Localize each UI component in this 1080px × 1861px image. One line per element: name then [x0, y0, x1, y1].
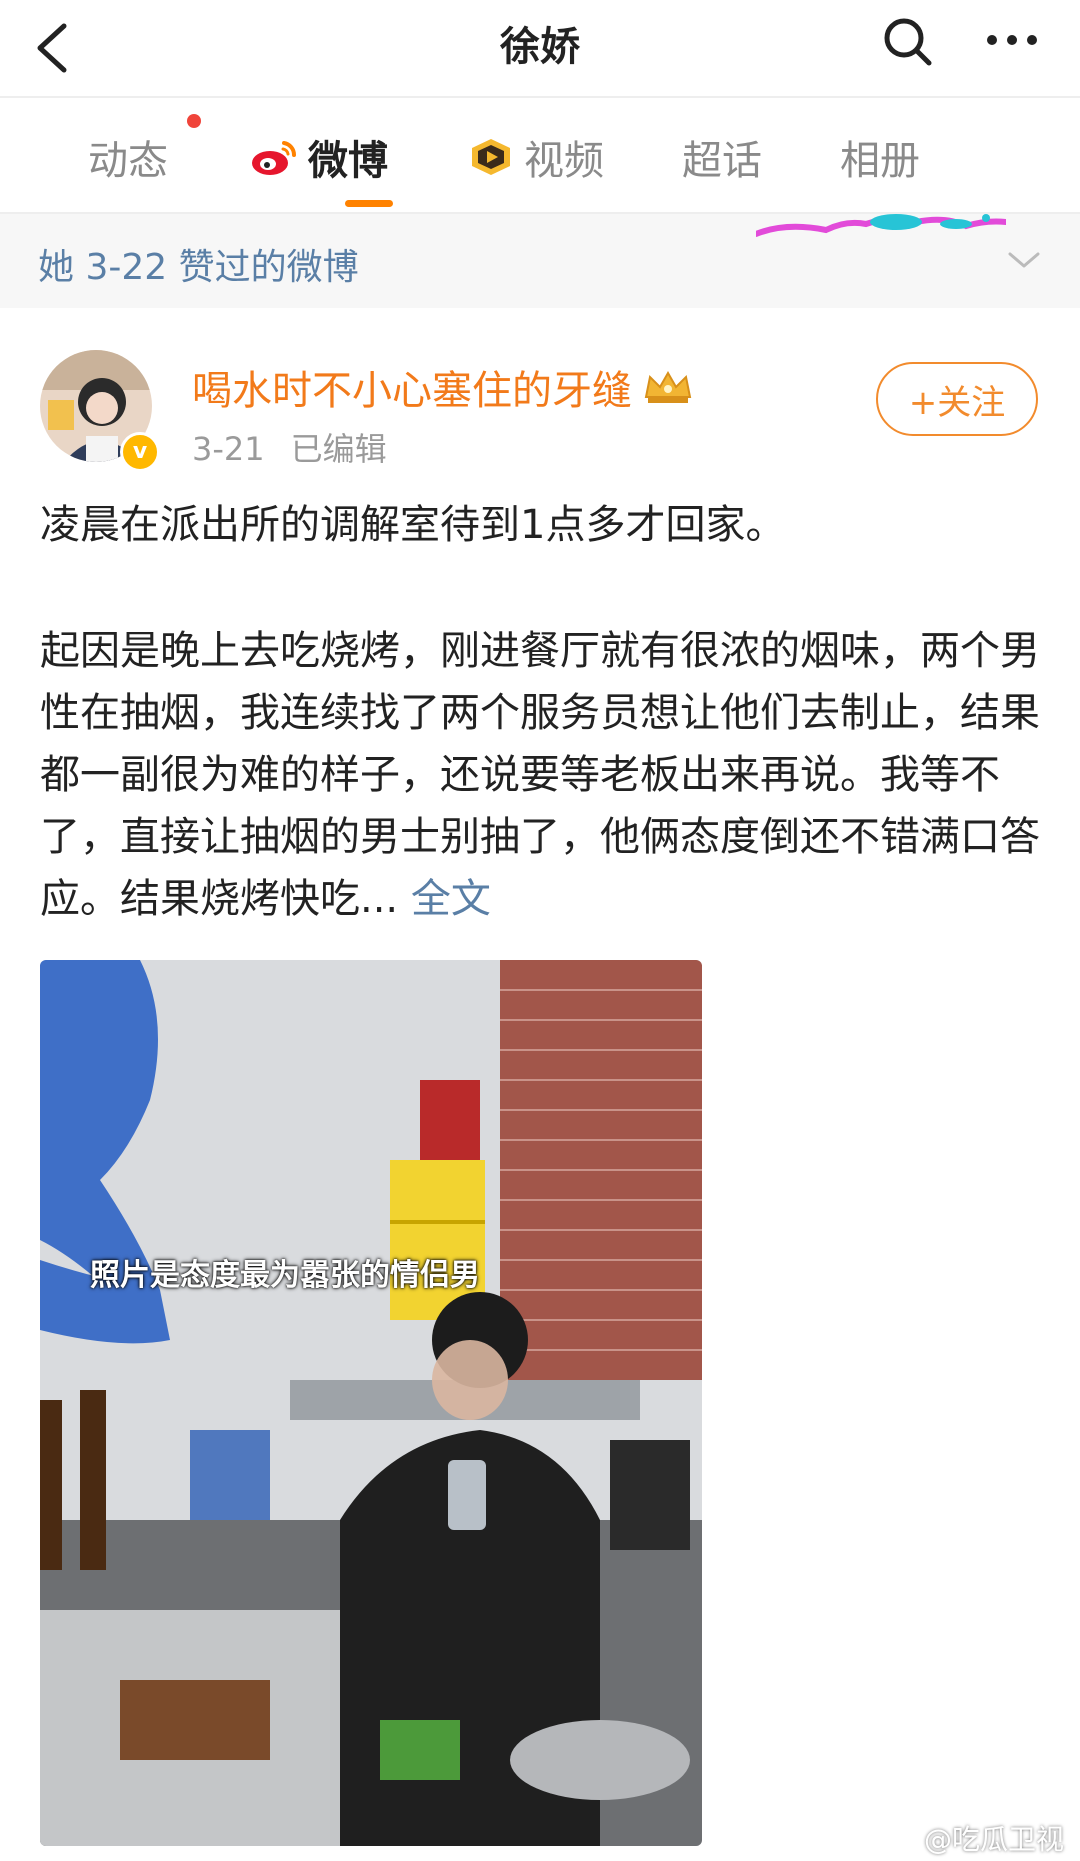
watermark: @吃瓜卫视: [890, 1818, 1064, 1858]
post-author[interactable]: 喝水时不小心塞住的牙缝: [192, 358, 694, 416]
post-meta: 3-21 已编辑: [192, 424, 387, 470]
verified-badge-icon: v: [120, 432, 160, 472]
tab-label: 相册: [840, 138, 920, 184]
username-text: 喝水时不小心塞住的牙缝: [192, 368, 632, 414]
top-bar: 徐娇: [0, 0, 1080, 96]
liked-date-label: 她 3-22 赞过的微博: [38, 247, 359, 288]
follow-button[interactable]: +关注: [876, 362, 1038, 436]
tab-album[interactable]: 相册: [840, 128, 920, 186]
post-photo[interactable]: [40, 960, 702, 1846]
post-paragraph: 起因是晚上去吃烧烤，刚进餐厅就有很浓的烟味，两个男性在抽烟，我连续找了两个服务员…: [40, 620, 1040, 930]
tab-weibo[interactable]: 微博: [250, 128, 388, 186]
weibo-logo-icon: [252, 141, 297, 175]
restaurant-photo: [40, 960, 702, 1846]
tab-label: 超话: [682, 138, 762, 184]
chevron-down-icon[interactable]: [1006, 248, 1042, 272]
post-paragraph: 凌晨在派出所的调解室待到1点多才回家。: [40, 502, 786, 548]
tab-video[interactable]: 视频: [468, 128, 604, 186]
paint-splash-decoration: [756, 214, 1006, 237]
photo-caption: 照片是态度最为嚣张的情侣男: [90, 1258, 480, 1293]
video-badge-icon: [472, 139, 510, 175]
watermark-text: @吃瓜卫视: [924, 1823, 1065, 1856]
tab-label: 微博: [308, 138, 388, 184]
tab-super-topic[interactable]: 超话: [682, 128, 762, 186]
weibo-watermark-icon: [890, 1828, 918, 1849]
more-options-icon[interactable]: [982, 20, 1042, 60]
search-icon[interactable]: [880, 14, 936, 70]
edited-label: 已编辑: [290, 430, 387, 468]
profile-tabs: 动态 微博 视频 超话 相册: [0, 98, 1080, 212]
crown-badge-icon: [644, 370, 692, 403]
tab-dynamic[interactable]: 动态: [88, 128, 168, 186]
tab-label: 视频: [524, 138, 604, 184]
full-text-link[interactable]: 全文: [411, 876, 491, 922]
post-date: 3-21: [192, 430, 265, 468]
active-tab-indicator: [345, 200, 393, 207]
post-paragraph-text: 起因是晚上去吃烧烤，刚进餐厅就有很浓的烟味，两个男性在抽烟，我连续找了两个服务员…: [40, 628, 1040, 922]
notification-dot: [187, 114, 201, 128]
tab-label: 动态: [88, 138, 168, 184]
